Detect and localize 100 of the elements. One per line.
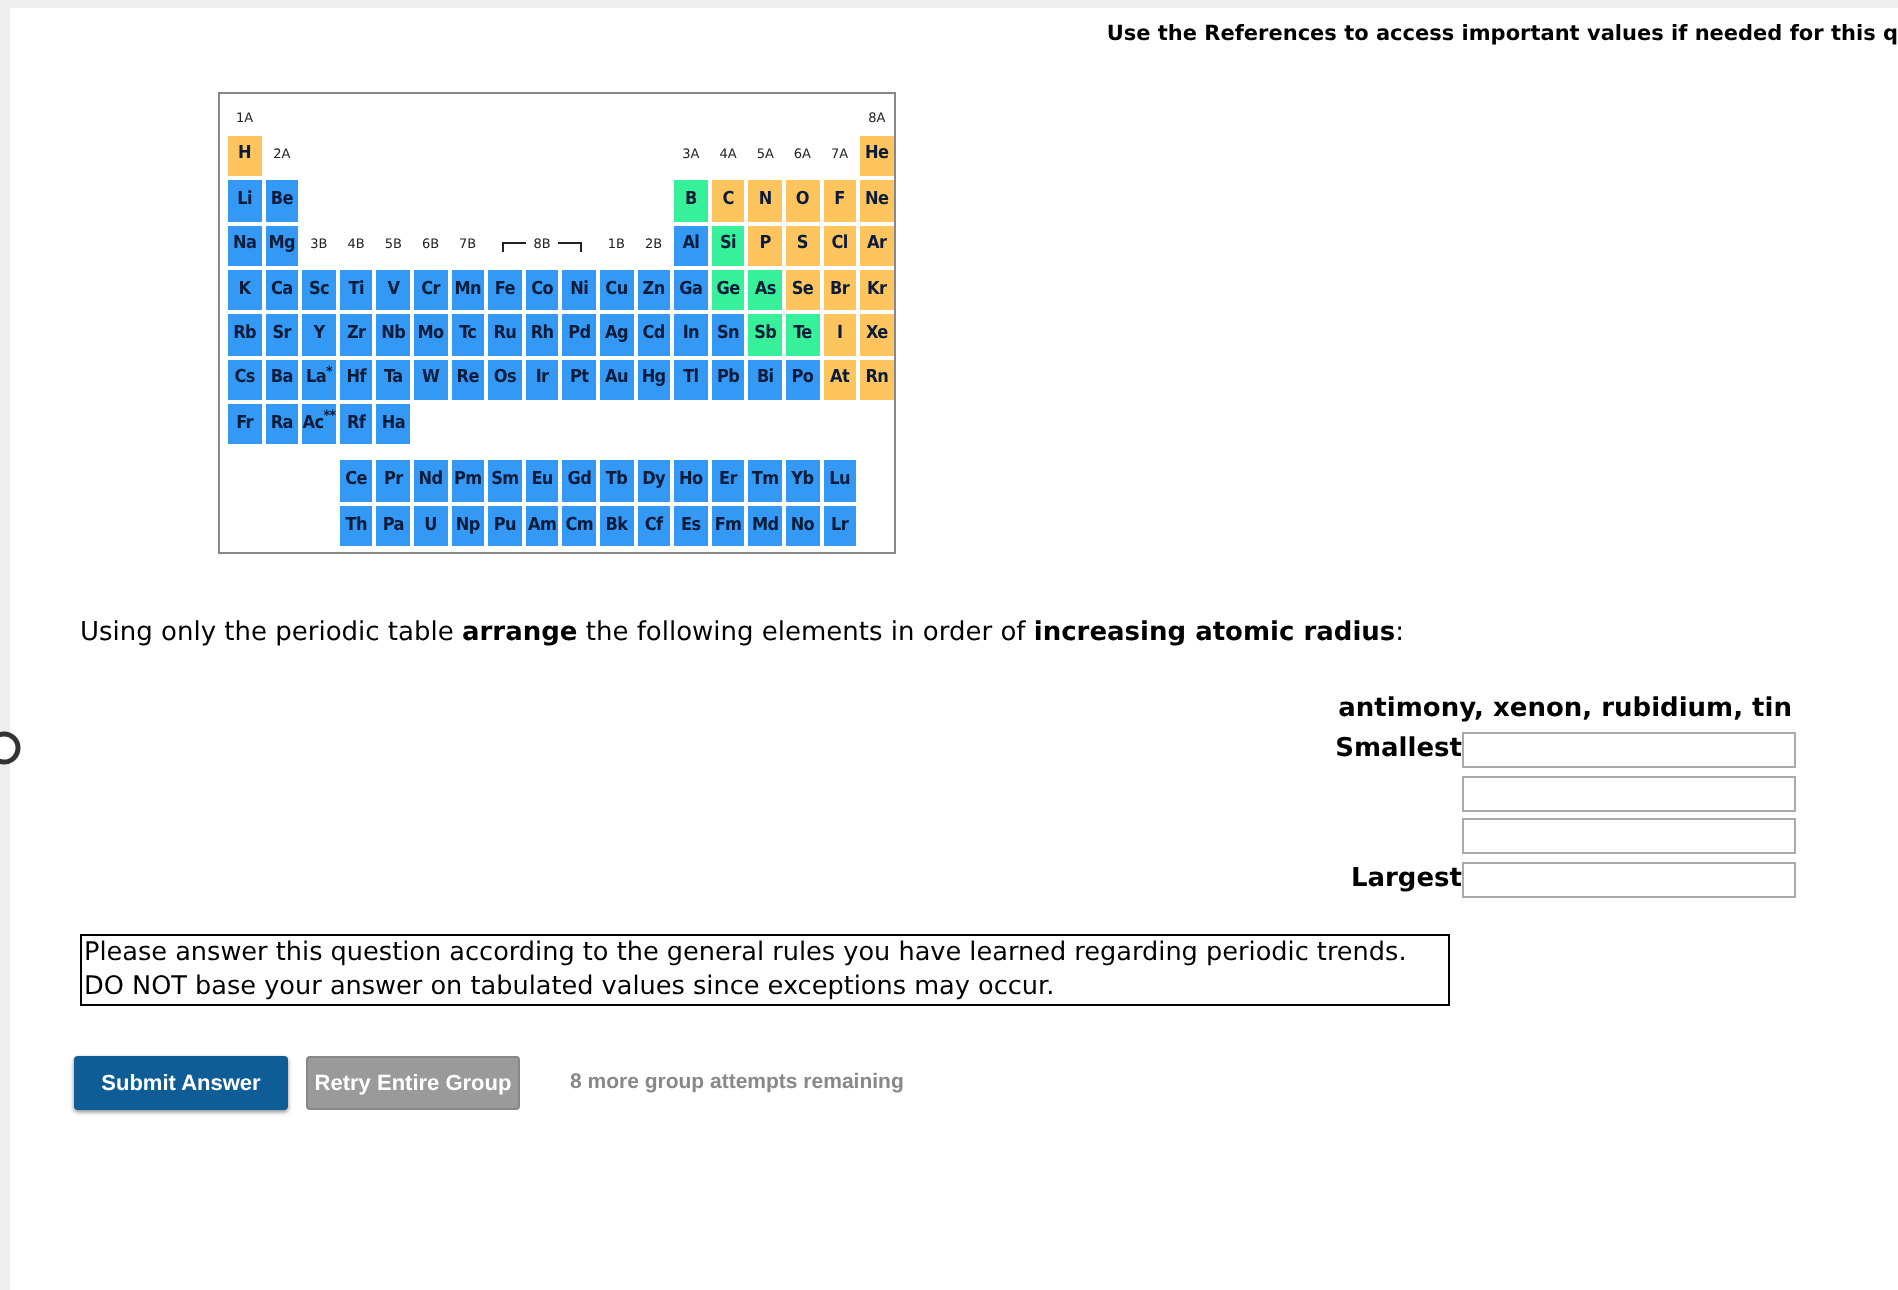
element-tile: Ta: [376, 359, 410, 401]
element-tile: Se: [785, 269, 819, 311]
element-tile: Cu: [599, 269, 634, 311]
element-tile: Ge: [711, 269, 745, 311]
element-tile: Md: [748, 505, 782, 547]
element-tile: Pt: [562, 359, 596, 401]
submit-button[interactable]: Submit Answer: [74, 1056, 288, 1111]
element-tile: He: [860, 135, 894, 177]
element-tile: Re: [451, 359, 485, 401]
element-tile: Es: [674, 505, 708, 547]
element-tile: Os: [488, 359, 522, 401]
element-tile: Lu: [823, 460, 857, 502]
element-tile: Sr: [265, 314, 299, 356]
element-tile: Ru: [488, 314, 522, 356]
element-tile: V: [376, 269, 410, 311]
element-tile: Sc: [302, 269, 336, 311]
question-text: Using only the periodic table arrange the following elements in order of increasing atomic radius:: [80, 616, 1407, 653]
element-tile: Rf: [339, 404, 373, 445]
element-tile: No: [785, 505, 819, 547]
element-tile: Np: [451, 505, 485, 547]
element-tile: Tc: [451, 314, 485, 356]
element-tile: Pa: [376, 505, 410, 547]
element-tile: Sn: [711, 314, 745, 356]
element-tile: Mn: [451, 269, 485, 311]
answer-field[interactable]: [1462, 818, 1796, 855]
element-tile: Tl: [674, 359, 708, 401]
element-tile: Ir: [525, 359, 559, 401]
element-tile: Y: [302, 314, 336, 356]
element-tile: Pm: [451, 460, 485, 502]
element-tile: Cm: [562, 505, 596, 547]
element-tile: Te: [785, 314, 819, 356]
element-tile: B: [674, 180, 708, 222]
element-tile: O: [785, 180, 819, 222]
element-tile: Fe: [488, 269, 522, 311]
element-tile: Ac$^{**}$: [302, 404, 336, 445]
element-tile: Rn: [860, 359, 894, 401]
element-tile: Th: [339, 505, 373, 547]
element-tile: Ce: [339, 460, 373, 502]
element-tile: Xe: [860, 314, 894, 356]
element-tile: Yb: [785, 460, 819, 502]
element-tile: At: [823, 359, 857, 401]
element-tile: Hg: [637, 359, 671, 401]
element-tile: Ar: [860, 225, 894, 266]
element-tile: U: [413, 505, 448, 547]
answer-field[interactable]: [1462, 732, 1796, 769]
element-tile: Gd: [562, 460, 596, 502]
element-tile: Po: [785, 359, 819, 401]
attempts-text: 8 more group attempts remaining: [570, 1067, 904, 1098]
element-tile: Tb: [599, 460, 634, 502]
element-list: antimony, xenon, rubidium, tin: [1338, 689, 1792, 729]
element-tile: Eu: [525, 460, 559, 502]
element-tile: Bi: [748, 359, 782, 401]
element-tile: Co: [525, 269, 559, 311]
element-tile: Ho: [674, 460, 708, 502]
answer-field[interactable]: [1462, 861, 1796, 898]
element-tile: Ni: [562, 269, 596, 311]
element-tile: Bk: [599, 505, 634, 547]
element-tile: Pb: [711, 359, 745, 401]
element-tile: Al: [674, 225, 708, 266]
element-tile: Dy: [637, 460, 671, 502]
element-tile: H: [228, 135, 262, 177]
answer-field[interactable]: [1462, 775, 1796, 812]
element-tile: Kr: [860, 269, 894, 311]
reference-note: Use the References to access important values if needed for this q: [1104, 20, 1898, 50]
element-tile: Ga: [674, 269, 708, 311]
element-tile: Tm: [748, 460, 782, 502]
element-tile: Nd: [413, 460, 448, 502]
element-tile: C: [711, 180, 745, 222]
field-label: Largest: [1350, 861, 1462, 898]
element-tile: Cl: [823, 225, 857, 266]
element-tile: S: [785, 225, 819, 266]
element-tile: Fm: [711, 505, 745, 547]
element-tile: Ti: [339, 269, 373, 311]
element-tile: Au: [599, 359, 634, 401]
element-tile: Lr: [823, 505, 857, 547]
element-tile: In: [674, 314, 708, 356]
element-tile: Am: [525, 505, 559, 547]
element-tile: N: [748, 180, 782, 222]
instruction-note: Please answer this question according to the general rules you have learned regarding periodic trends. DO NOT base your answer on tabulated values since exceptions may occur.: [80, 934, 1450, 1007]
element-tile: Ne: [860, 180, 894, 222]
element-tile: Ha: [376, 404, 410, 445]
element-tile: Cf: [637, 505, 671, 547]
element-tile: Sm: [488, 460, 522, 502]
element-tile: Br: [823, 269, 857, 311]
element-tile: F: [823, 180, 857, 222]
element-tile: I: [823, 314, 857, 356]
element-tile: Sb: [748, 314, 782, 356]
element-tile: Fr: [228, 404, 262, 445]
field-label: Smallest: [1335, 732, 1462, 769]
element-tile: Rh: [525, 314, 559, 356]
element-tile: K: [228, 269, 262, 311]
element-tile: Na: [228, 225, 262, 266]
element-tile: Li: [228, 180, 262, 222]
element-tile: Be: [265, 180, 299, 222]
element-tile: Cd: [637, 314, 671, 356]
element-tile: Zr: [339, 314, 373, 356]
element-tile: Pu: [488, 505, 522, 547]
element-tile: W: [413, 359, 448, 401]
element-tile: Ba: [265, 359, 299, 401]
element-tile: Ra: [265, 404, 299, 445]
